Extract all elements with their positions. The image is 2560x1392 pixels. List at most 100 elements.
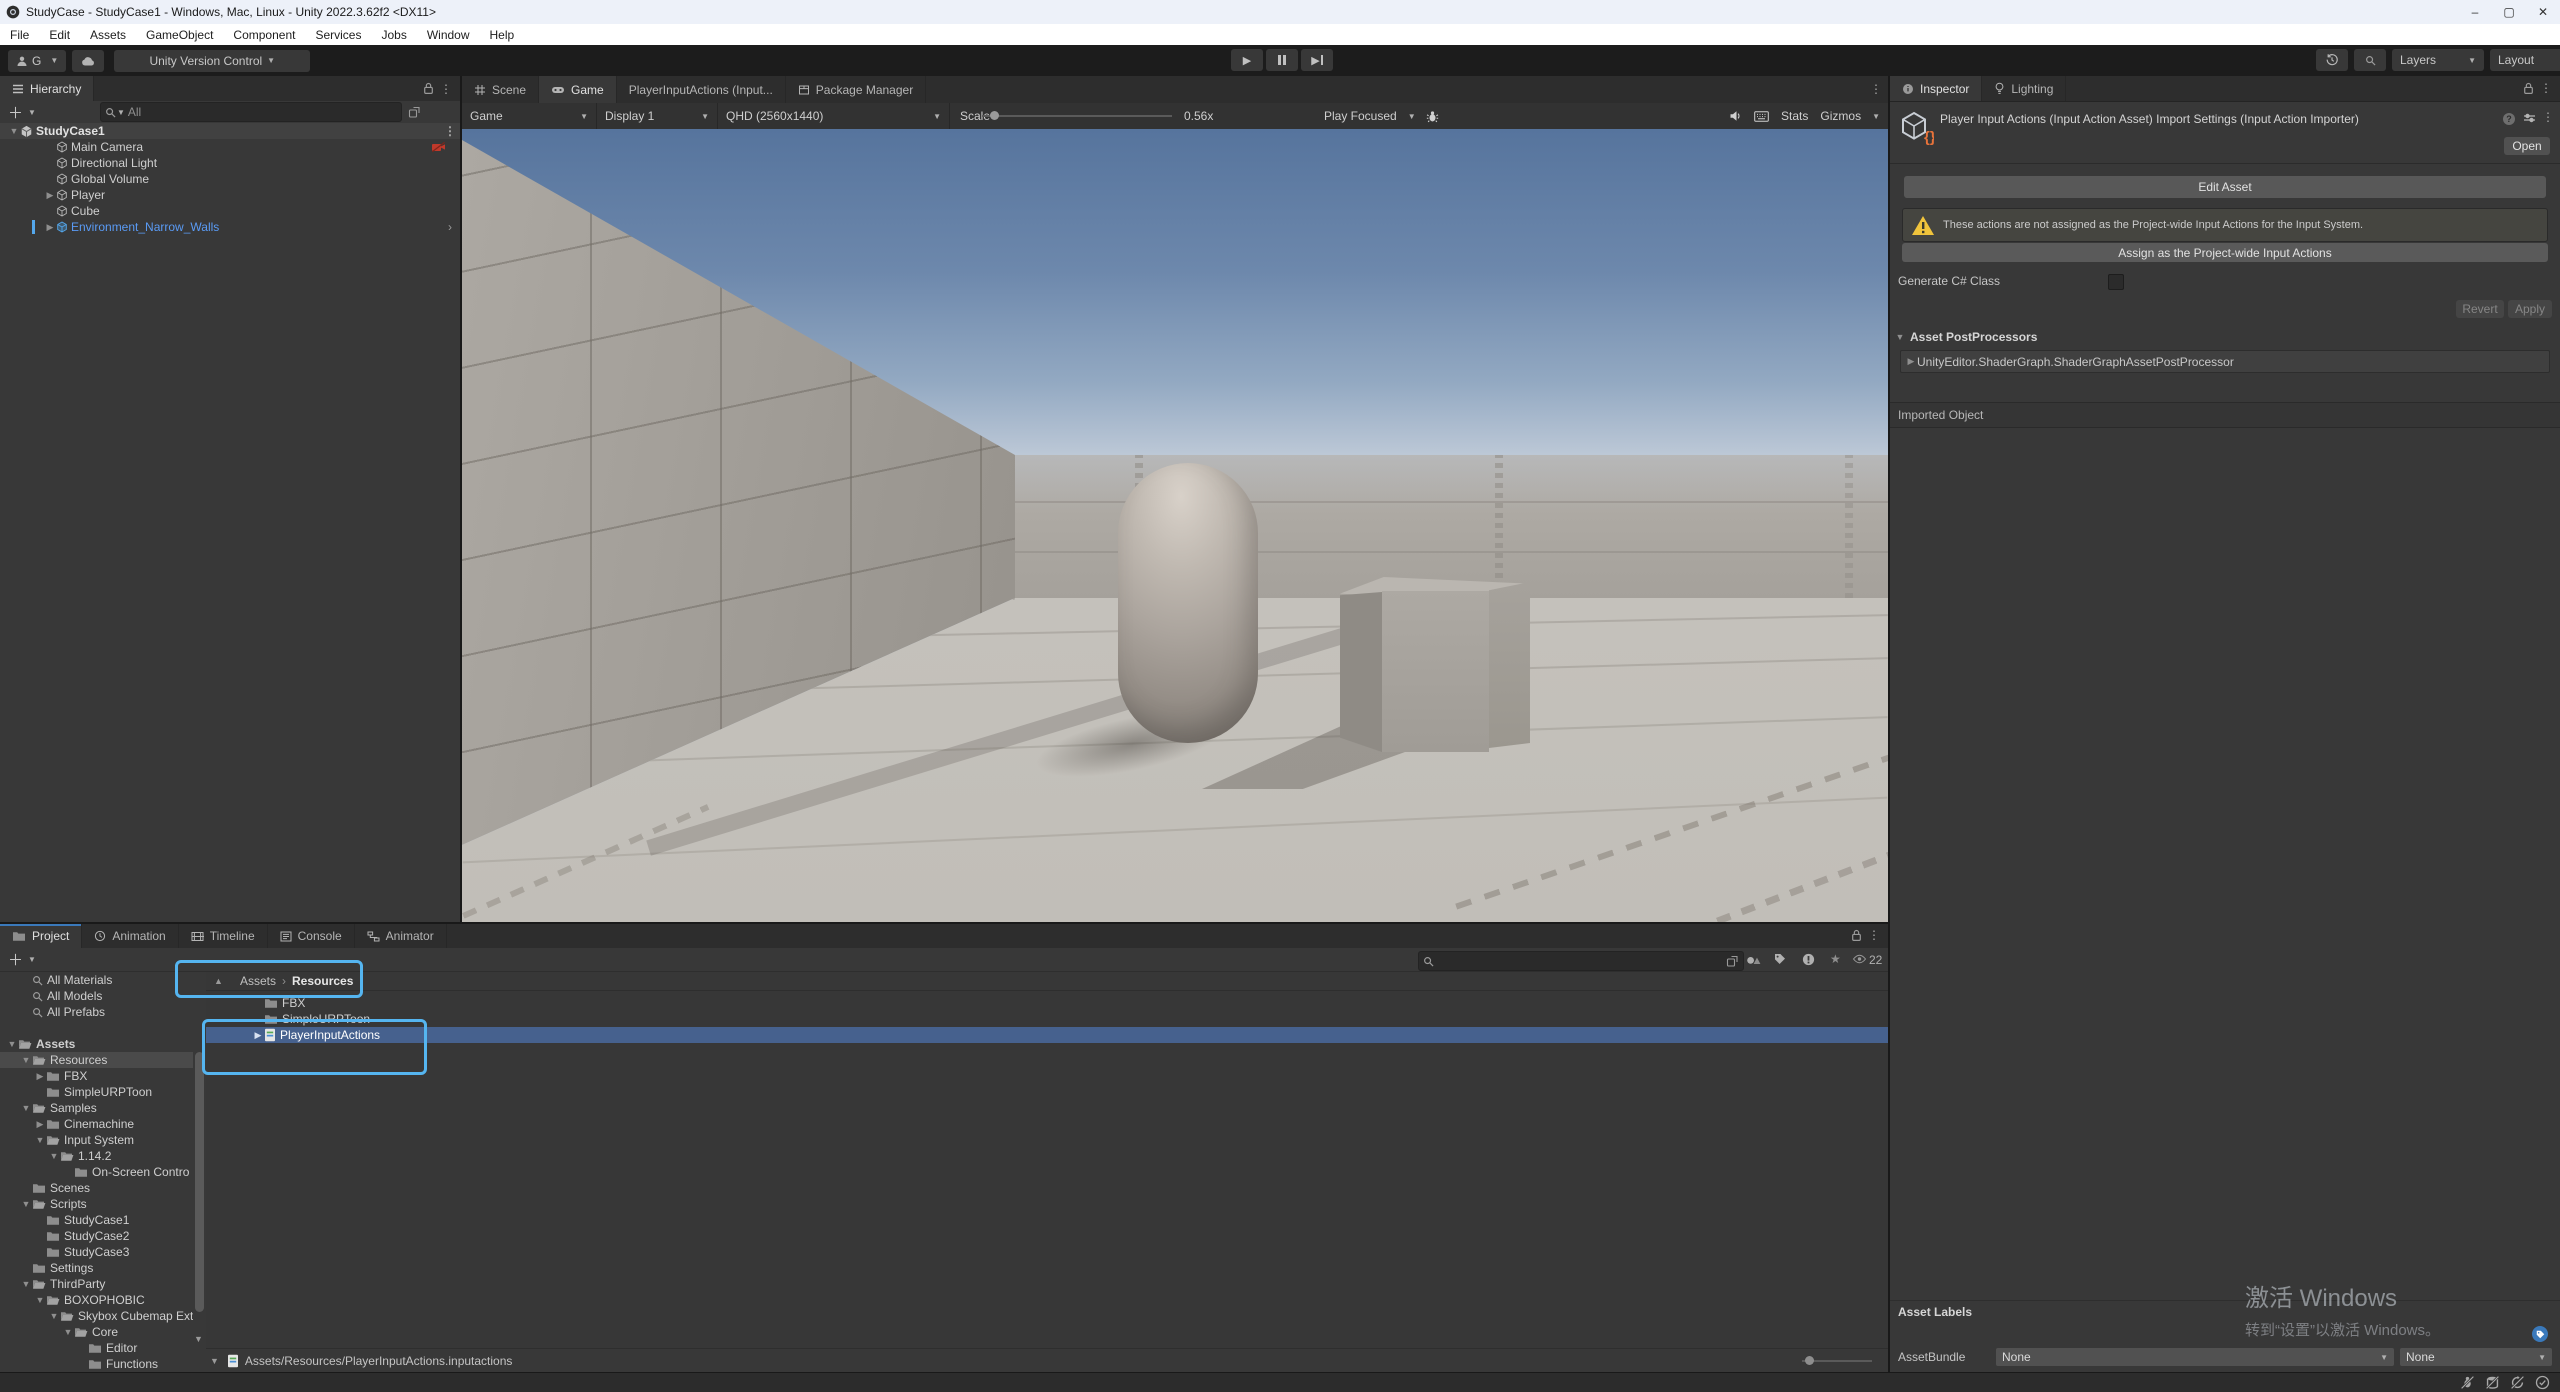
close-button[interactable]: ✕ [2526, 0, 2560, 24]
scale-slider-thumb[interactable] [990, 111, 999, 120]
menu-gameobject[interactable]: GameObject [136, 24, 223, 45]
gizmos-dropdown[interactable]: Gizmos▼ [1820, 109, 1880, 123]
lock-icon[interactable] [2523, 82, 2534, 95]
auto-refresh-disabled-icon[interactable] [2510, 1375, 2525, 1390]
kebab-menu-icon[interactable]: ⋮ [1864, 928, 1884, 942]
tree-folder-cinemachine[interactable]: ▶Cinemachine [0, 1116, 193, 1132]
tab-console[interactable]: Console [268, 924, 355, 948]
tree-folder-resources[interactable]: ▼Resources [0, 1052, 193, 1068]
foldout-icon[interactable]: ▼ [20, 1199, 32, 1209]
game-viewport[interactable] [462, 129, 1888, 922]
edit-asset-button[interactable]: Edit Asset [1904, 176, 2546, 198]
presets-icon[interactable] [2523, 112, 2536, 124]
tab-project[interactable]: Project [0, 924, 82, 948]
favorite-all-prefabs[interactable]: All Prefabs [0, 1004, 193, 1020]
mute-audio-icon[interactable] [1729, 110, 1742, 122]
favorite-all-materials[interactable]: All Materials [0, 972, 193, 988]
menu-window[interactable]: Window [417, 24, 480, 45]
foldout-icon[interactable]: ▼ [20, 1279, 32, 1289]
hierarchy-search-input[interactable]: ▼ All [100, 102, 402, 122]
open-search-window-icon[interactable] [1726, 955, 1739, 968]
tree-folder-fbx[interactable]: ▶FBX [0, 1068, 193, 1084]
minimize-button[interactable]: – [2458, 0, 2492, 24]
cloud-button[interactable] [72, 50, 104, 72]
foldout-icon[interactable]: ▼ [62, 1327, 74, 1337]
foldout-icon[interactable]: ▶ [34, 1119, 46, 1130]
tab-timeline[interactable]: Timeline [179, 924, 268, 948]
tab-lighting[interactable]: Lighting [1982, 76, 2066, 101]
tab-playerinputactions-input-[interactable]: PlayerInputActions (Input... [617, 76, 786, 103]
hidden-packages-icon[interactable] [1802, 953, 1815, 966]
postprocessor-item[interactable]: ▶ UnityEditor.ShaderGraph.ShaderGraphAss… [1900, 350, 2550, 373]
debugger-disabled-icon[interactable] [2460, 1375, 2475, 1390]
tab-animation[interactable]: Animation [82, 924, 178, 948]
kebab-menu-icon[interactable]: ⋮ [1866, 82, 1886, 96]
foldout-open-icon[interactable]: ▼ [8, 126, 20, 136]
breadcrumb-resources[interactable]: Resources [292, 974, 353, 988]
foldout-icon[interactable]: ▼ [34, 1135, 46, 1145]
menu-help[interactable]: Help [480, 24, 525, 45]
maximize-button[interactable]: ▢ [2492, 0, 2526, 24]
hierarchy-item-global-volume[interactable]: Global Volume [0, 171, 460, 187]
favorites-star-icon[interactable]: ★ [1830, 952, 1841, 966]
tab-scene[interactable]: Scene [462, 76, 539, 103]
generate-csharp-checkbox[interactable] [2108, 274, 2124, 290]
hierarchy-item-main-camera[interactable]: Main Camera [0, 139, 460, 155]
foldout-icon[interactable]: ▼ [34, 1295, 46, 1305]
scroll-down-arrow[interactable]: ▼ [194, 1334, 203, 1344]
assetbundle-dropdown[interactable]: None▼ [1996, 1348, 2394, 1366]
children-chevron-icon[interactable]: › [448, 220, 452, 234]
tree-folder-assets[interactable]: ▼Assets [0, 1036, 193, 1052]
global-search-button[interactable] [2354, 49, 2386, 71]
stats-button[interactable]: Stats [1781, 109, 1808, 123]
menu-jobs[interactable]: Jobs [371, 24, 416, 45]
favorite-all-models[interactable]: All Models [0, 988, 193, 1004]
foldout-icon[interactable]: ▶ [34, 1071, 46, 1082]
bug-icon[interactable] [1426, 110, 1439, 123]
foldout-icon[interactable]: ▼ [48, 1311, 60, 1321]
foldout-icon[interactable]: ▼ [48, 1151, 60, 1161]
pause-button[interactable] [1266, 49, 1298, 71]
asset-item-simpleurptoon[interactable]: SimpleURPToon [206, 1011, 1888, 1027]
tab-game[interactable]: Game [539, 76, 617, 103]
tree-folder-scenes[interactable]: Scenes [0, 1180, 193, 1196]
account-button[interactable]: G ▼ [8, 50, 66, 72]
play-focused-dropdown[interactable]: Play Focused▼ [1324, 109, 1416, 123]
tree-folder-settings[interactable]: Settings [0, 1260, 193, 1276]
asset-postprocessors-foldout[interactable]: ▼ Asset PostProcessors [1894, 330, 2037, 344]
menu-component[interactable]: Component [223, 24, 305, 45]
tree-folder-simpleurptoon[interactable]: SimpleURPToon [0, 1084, 193, 1100]
scene-header-row[interactable]: ▼ StudyCase1 ⋮ [0, 123, 460, 139]
open-button[interactable]: Open [2504, 137, 2550, 155]
label-tag-button[interactable] [2532, 1326, 2548, 1342]
hierarchy-item-environment-narrow-walls[interactable]: ▶Environment_Narrow_Walls› [0, 219, 460, 235]
resolution-dropdown[interactable]: QHD (2560x1440)▼ [718, 103, 950, 129]
display-dropdown[interactable]: Display 1▼ [597, 103, 718, 129]
visibility-eye-icon[interactable] [1852, 954, 1867, 964]
step-button[interactable]: ▶ [1301, 49, 1333, 71]
foldout-icon[interactable]: ▶ [44, 222, 56, 233]
progress-check-icon[interactable] [2535, 1375, 2550, 1390]
tree-folder-functions[interactable]: Functions [0, 1356, 193, 1372]
kebab-menu-icon[interactable]: ⋮ [436, 82, 456, 96]
lock-icon[interactable] [423, 82, 434, 95]
tab-inspector[interactable]: Inspector [1890, 76, 1982, 101]
asset-item-playerinputactions[interactable]: ▶PlayerInputActions [206, 1027, 1888, 1043]
menu-services[interactable]: Services [305, 24, 371, 45]
menu-file[interactable]: File [0, 24, 39, 45]
foldout-icon[interactable]: ▶ [252, 1030, 264, 1041]
help-icon[interactable]: ? [2502, 112, 2516, 126]
tab-hierarchy[interactable]: Hierarchy [0, 76, 94, 101]
tree-folder-on-screen-contro[interactable]: On-Screen Contro [0, 1164, 193, 1180]
kebab-menu-icon[interactable]: ⋮ [2538, 110, 2558, 124]
play-button[interactable]: ▶ [1231, 49, 1263, 71]
game-mode-dropdown[interactable]: Game▼ [462, 103, 597, 129]
hierarchy-item-cube[interactable]: Cube [0, 203, 460, 219]
tree-scrollbar[interactable]: ▼ [193, 972, 206, 1372]
tree-folder-samples[interactable]: ▼Samples [0, 1100, 193, 1116]
breadcrumb-collapse-icon[interactable]: ▲ [214, 976, 223, 986]
scale-slider-track[interactable] [982, 115, 1172, 117]
assign-project-wide-button[interactable]: Assign as the Project-wide Input Actions [1902, 243, 2548, 262]
tree-folder-thirdparty[interactable]: ▼ThirdParty [0, 1276, 193, 1292]
filter-by-type-icon[interactable] [1746, 953, 1761, 965]
